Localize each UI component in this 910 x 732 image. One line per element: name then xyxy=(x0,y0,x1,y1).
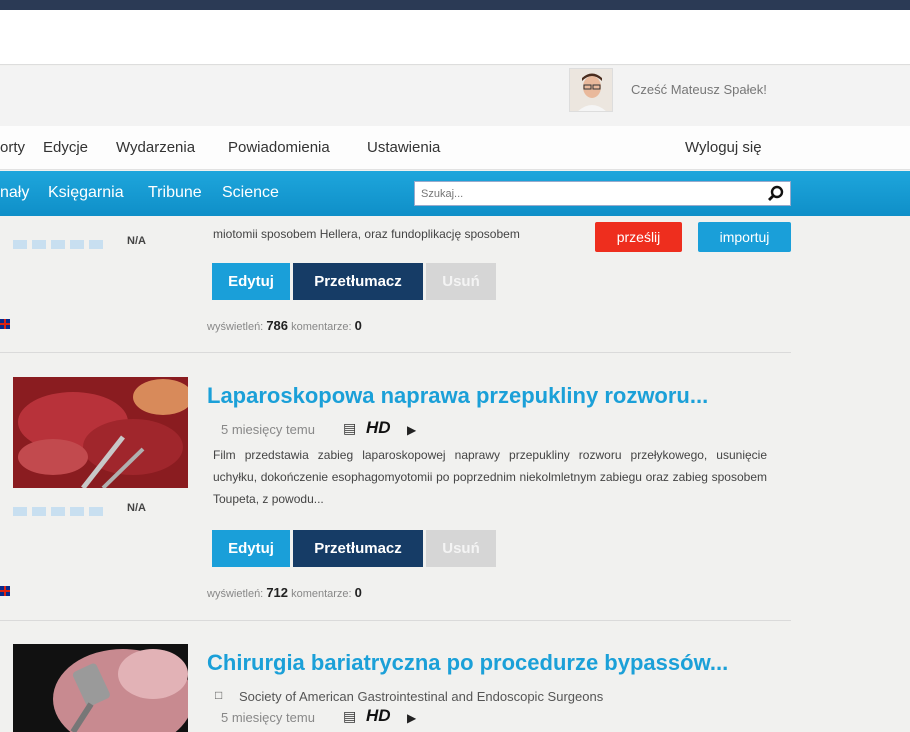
subnav-item-science[interactable]: Science xyxy=(222,184,279,202)
nav-item-events[interactable]: Wydarzenia xyxy=(116,139,195,156)
subnav-item-channels[interactable]: nały xyxy=(0,184,29,202)
video-age: 5 miesięcy temu xyxy=(221,422,315,437)
avatar[interactable] xyxy=(569,68,613,112)
edit-button[interactable]: Edytuj xyxy=(212,530,290,567)
video-organization[interactable]: Society of American Gastrointestinal and… xyxy=(239,689,603,704)
film-icon: ▤ xyxy=(343,708,357,724)
nav-item-notifications[interactable]: Powiadomienia xyxy=(228,139,330,156)
views-label: wyświetleń: xyxy=(207,321,264,333)
surgery-thumbnail-image xyxy=(13,377,188,488)
speaker-icon: ▶ xyxy=(407,711,417,725)
search-box xyxy=(414,181,791,206)
views-count: 786 xyxy=(266,318,289,333)
avatar-image xyxy=(570,69,612,111)
translate-button[interactable]: Przetłumacz xyxy=(293,263,423,300)
rating-value: N/A xyxy=(127,235,146,247)
edit-button[interactable]: Edytuj xyxy=(212,263,290,300)
nav-item-reports[interactable]: orty xyxy=(0,139,25,156)
video-age: 5 miesięcy temu xyxy=(221,710,315,725)
uk-flag-icon xyxy=(0,319,10,329)
video-stats: wyświetleń: 786 komentarze: 0 xyxy=(207,318,362,333)
comments-count: 0 xyxy=(354,318,362,333)
hd-icon: HD xyxy=(366,418,391,437)
comments-label: komentarze: xyxy=(291,321,352,333)
rating-stars xyxy=(13,503,108,521)
video-stats: wyświetleń: 712 komentarze: 0 xyxy=(207,585,362,600)
organization-icon: □ xyxy=(215,688,223,702)
uk-flag-icon xyxy=(0,586,10,596)
delete-button[interactable]: Usuń xyxy=(426,263,496,300)
video-title[interactable]: Chirurgia bariatryczna po procedurze byp… xyxy=(207,650,728,676)
user-greeting: Cześć Mateusz Spałek! xyxy=(631,82,767,97)
import-button[interactable]: importuj xyxy=(698,222,791,252)
logout-link[interactable]: Wyloguj się xyxy=(685,139,762,156)
film-icon: ▤ xyxy=(343,420,357,436)
hd-icon: HD xyxy=(366,706,391,725)
list-divider xyxy=(0,352,791,353)
top-strip xyxy=(0,0,910,10)
speaker-icon: ▶ xyxy=(407,423,417,437)
rating-stars xyxy=(13,236,108,254)
comments-count: 0 xyxy=(354,585,362,600)
video-description: Film przedstawia zabieg laparoskopowej n… xyxy=(213,448,767,506)
nav-item-settings[interactable]: Ustawienia xyxy=(367,139,440,156)
rating-value: N/A xyxy=(127,502,146,514)
list-divider xyxy=(0,620,791,621)
send-button[interactable]: prześlij xyxy=(595,222,682,252)
translate-button[interactable]: Przetłumacz xyxy=(293,530,423,567)
user-bar xyxy=(0,66,910,126)
header-bar xyxy=(0,10,910,65)
endoscopy-thumbnail-image xyxy=(13,644,188,732)
search-input[interactable] xyxy=(421,185,761,203)
delete-button[interactable]: Usuń xyxy=(426,530,496,567)
views-label: wyświetleń: xyxy=(207,588,264,600)
comments-label: komentarze: xyxy=(291,588,352,600)
subnav-item-tribune[interactable]: Tribune xyxy=(148,184,202,202)
video-thumbnail[interactable] xyxy=(13,377,188,488)
video-thumbnail[interactable] xyxy=(13,644,188,732)
video-description: miotomii sposobem Hellera, oraz fundopli… xyxy=(213,227,520,241)
views-count: 712 xyxy=(266,585,289,600)
search-icon[interactable] xyxy=(767,185,785,203)
subnav-item-bookstore[interactable]: Księgarnia xyxy=(48,184,124,202)
video-title[interactable]: Laparoskopowa naprawa przepukliny rozwor… xyxy=(207,383,708,409)
nav-item-editions[interactable]: Edycje xyxy=(43,139,88,156)
